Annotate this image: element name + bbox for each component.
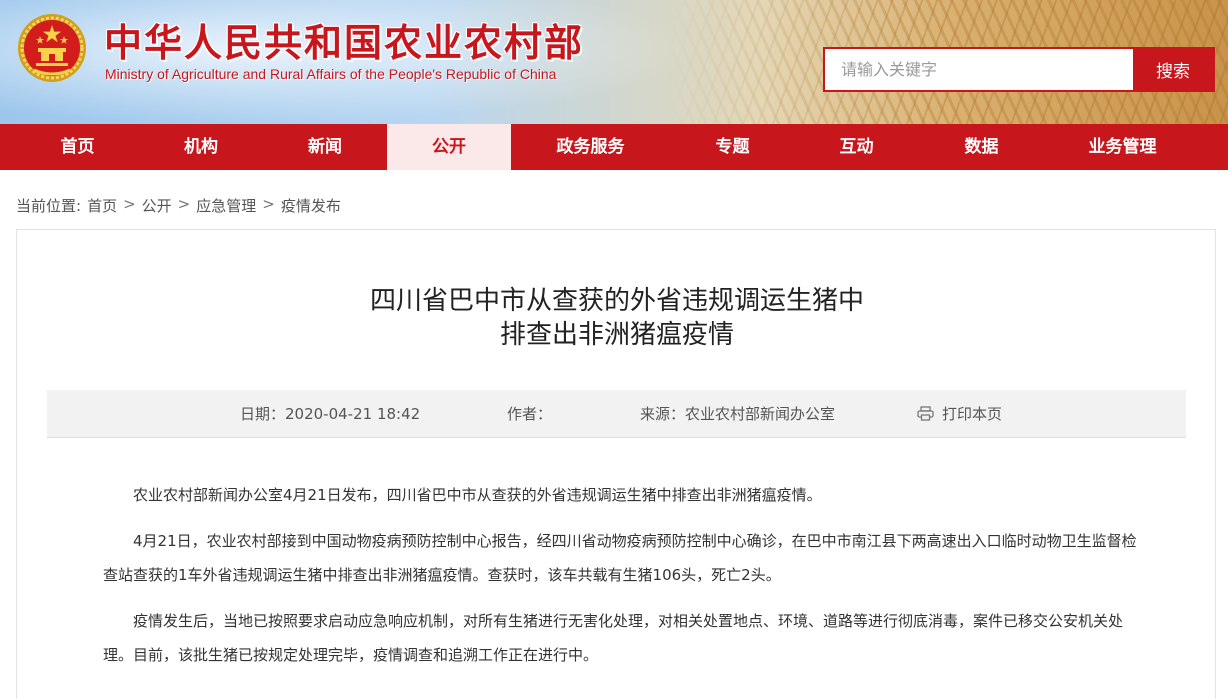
site-subtitle: Ministry of Agriculture and Rural Affair… [105,66,557,82]
breadcrumb-separator: > [123,195,136,213]
breadcrumb-separator: > [177,195,191,213]
article-paragraph: 农业农村部新闻办公室4月21日发布，四川省巴中市从查获的外省违规调运生猪中排查出… [133,486,822,504]
nav-item-data[interactable]: 数据 [918,124,1045,170]
breadcrumb-prefix: 当前位置: [16,197,82,215]
article-source: 来源：农业农村部新闻办公室 [640,405,836,423]
site-title[interactable]: 中华人民共和国农业农村部 [104,12,584,67]
breadcrumb-separator: > [262,195,275,213]
nav-item-topics[interactable]: 专题 [670,124,795,170]
article-paragraph: 疫情发生后，当地已按照要求启动应急响应机制，对所有生猪进行无害化处理，对相关处置… [103,612,1124,664]
nav-item-public[interactable]: 公开 [387,124,511,170]
article-body: 农业农村部新闻办公室4月21日发布，四川省巴中市从查获的外省违规调运生猪中排查出… [103,478,1143,684]
breadcrumb-item-epidemic-release[interactable]: 疫情发布 [281,195,341,216]
national-emblem-icon[interactable] [16,12,88,84]
print-page-link[interactable]: 打印本页 [917,390,1002,438]
nav-item-news[interactable]: 新闻 [263,124,387,170]
breadcrumb: 当前位置: 首页 > 公开 > 应急管理 > 疫情发布 [16,195,341,216]
print-page-label: 打印本页 [942,405,1003,423]
search-box: 搜索 [823,47,1215,92]
article-container: 四川省巴中市从查获的外省违规调运生猪中 排查出非洲猪瘟疫情 日期：2020-04… [16,229,1216,699]
breadcrumb-item-emergency-management[interactable]: 应急管理 [196,195,256,216]
article-paragraph: 4月21日，农业农村部接到中国动物疫病预防控制中心报告，经四川省动物疫病预防控制… [103,532,1137,584]
breadcrumb-item-home[interactable]: 首页 [87,195,117,216]
nav-item-interaction[interactable]: 互动 [795,124,918,170]
breadcrumb-item-public[interactable]: 公开 [142,195,172,216]
site-header: 中华人民共和国农业农村部 Ministry of Agriculture and… [0,0,1228,124]
article-meta-bar: 日期：2020-04-21 18:42 作者： 来源：农业农村部新闻办公室 打印… [47,390,1186,438]
article-title: 四川省巴中市从查获的外省违规调运生猪中 排查出非洲猪瘟疫情 [17,284,1217,352]
search-button[interactable]: 搜索 [1133,49,1213,90]
nav-item-home[interactable]: 首页 [16,124,139,170]
article-date: 日期：2020-04-21 18:42 [240,405,421,423]
article-title-line-1: 四川省巴中市从查获的外省违规调运生猪中 [369,286,864,316]
nav-item-business-management[interactable]: 业务管理 [1045,124,1200,170]
printer-icon [917,405,934,421]
main-nav: 首页 机构 新闻 公开 政务服务 专题 互动 数据 业务管理 [0,124,1228,170]
article-author: 作者： [507,405,553,423]
nav-item-institutions[interactable]: 机构 [139,124,263,170]
article-title-line-2: 排查出非洲猪瘟疫情 [499,320,734,350]
nav-item-government-services[interactable]: 政务服务 [511,124,670,170]
search-input[interactable] [825,49,1133,90]
